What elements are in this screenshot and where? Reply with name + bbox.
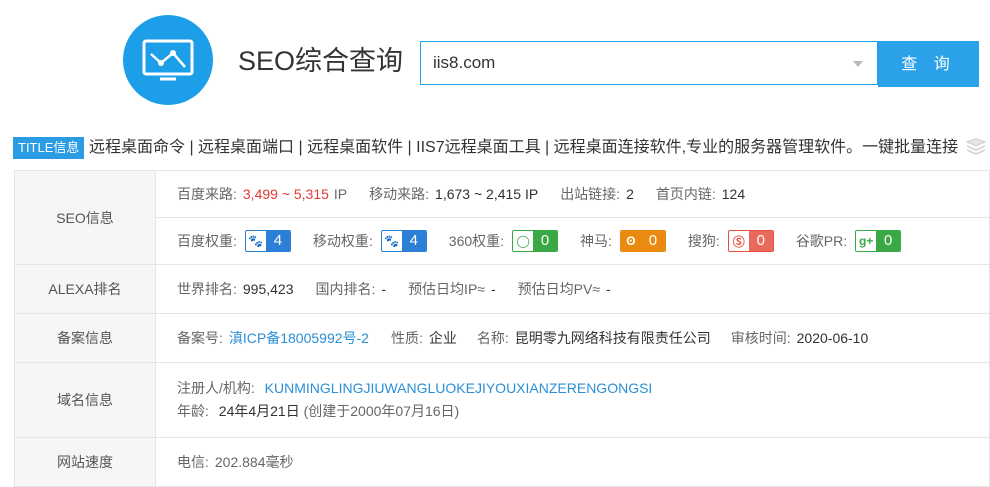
world-rank: 世界排名: 995,423	[177, 281, 294, 297]
baidu-traffic: 百度来路: 3,499 ~ 5,315 IP	[177, 186, 348, 202]
domestic-rank-value: -	[381, 281, 387, 297]
registrant-link[interactable]: KUNMINGLINGJIUWANGLUOKEJIYOUXIANZERENGON…	[265, 380, 653, 396]
google-plus-icon: g+	[858, 234, 874, 248]
est-ip-value: -	[490, 281, 496, 297]
beian-label: 备案信息	[14, 313, 156, 363]
world-rank-value: 995,423	[242, 281, 294, 297]
domestic-rank: 国内排名: -	[315, 281, 387, 297]
seo-row: SEO信息 百度来路: 3,499 ~ 5,315 IP 移动来路: 1,673…	[14, 170, 990, 265]
outlinks: 出站链接: 2	[560, 186, 634, 202]
mobile-traffic-value[interactable]: 1,673 ~ 2,415 IP	[435, 186, 538, 202]
title-info-row: TITLE信息 远程桌面命令 | 远程桌面端口 | 远程桌面软件 | IIS7远…	[13, 137, 990, 159]
domain-age-value: 24年4月21日	[218, 403, 300, 419]
logo	[123, 15, 213, 105]
shenma-weight[interactable]: 神马: ʘ0	[580, 230, 666, 252]
shenma-icon: ʘ	[620, 231, 641, 251]
beian-row: 备案信息 备案号: 滇ICP备18005992号-2 性质: 企业 名称: 昆明…	[14, 313, 990, 363]
360-icon: ◯	[516, 234, 530, 248]
search-input[interactable]	[433, 43, 843, 83]
alexa-row: ALEXA排名 世界排名: 995,423 国内排名: - 预估日均IP≈ - …	[14, 264, 990, 314]
seo-info-table: SEO信息 百度来路: 3,499 ~ 5,315 IP 移动来路: 1,673…	[14, 170, 990, 487]
beian-name: 名称: 昆明零九网络科技有限责任公司	[476, 330, 711, 346]
domain-created: (创建于2000年07月16日)	[303, 403, 460, 419]
beian-number-link[interactable]: 滇ICP备18005992号-2	[229, 328, 369, 348]
domain-age: 年龄: 24年4月21日 (创建于2000年07月16日)	[177, 403, 460, 419]
beian-date: 审核时间: 2020-06-10	[730, 330, 869, 346]
sogou-icon: Ⓢ	[732, 234, 745, 249]
baidu-traffic-value[interactable]: 3,499 ~ 5,315	[243, 186, 329, 202]
title-info-text: 远程桌面命令 | 远程桌面端口 | 远程桌面软件 | IIS7远程桌面工具 | …	[89, 139, 959, 156]
domain-row: 域名信息 注册人/机构: KUNMINGLINGJIUWANGLUOKEJIYO…	[14, 362, 990, 438]
seo-label: SEO信息	[14, 170, 156, 265]
registrant: 注册人/机构: KUNMINGLINGJIUWANGLUOKEJIYOUXIAN…	[177, 380, 653, 396]
google-pr[interactable]: 谷歌PR: g+ 0	[796, 230, 902, 252]
est-pv: 预估日均PV≈ -	[517, 281, 611, 297]
mobile-traffic: 移动来路: 1,673 ~ 2,415 IP	[369, 186, 539, 202]
mobile-weight[interactable]: 移动权重: 🐾 4	[313, 230, 427, 252]
est-ip: 预估日均IP≈ -	[408, 281, 496, 297]
paw-icon: 🐾	[384, 234, 400, 248]
inlinks-value[interactable]: 124	[722, 186, 745, 202]
beian-number: 备案号: 滇ICP备18005992号-2	[177, 328, 369, 348]
speed-label: 网站速度	[14, 437, 156, 487]
sogou-weight[interactable]: 搜狗: Ⓢ 0	[688, 230, 774, 252]
beian-type: 性质: 企业	[390, 330, 457, 346]
est-pv-value: -	[606, 281, 611, 297]
chevron-down-icon[interactable]	[853, 61, 863, 67]
telecom-speed: 202.884毫秒	[214, 454, 294, 470]
outlinks-value[interactable]: 2	[626, 186, 634, 202]
paw-icon: 🐾	[248, 234, 264, 248]
search-button[interactable]: 查 询	[878, 41, 979, 87]
search-box[interactable]	[420, 41, 878, 85]
domain-label: 域名信息	[14, 362, 156, 438]
copy-icon[interactable]	[964, 138, 988, 158]
traffic-line: 百度来路: 3,499 ~ 5,315 IP 移动来路: 1,673 ~ 2,4…	[177, 171, 989, 217]
page-title: SEO综合查询	[238, 46, 404, 76]
chart-line-icon	[142, 39, 194, 81]
speed-row: 网站速度 电信: 202.884毫秒	[14, 437, 990, 487]
alexa-label: ALEXA排名	[14, 264, 156, 314]
weights-line: 百度权重: 🐾 4 移动权重: 🐾 4 360权重: ◯ 0 神马: ʘ0 搜狗:	[156, 217, 989, 264]
360-weight[interactable]: 360权重: ◯ 0	[449, 230, 559, 252]
title-info-badge: TITLE信息	[13, 137, 85, 159]
baidu-weight[interactable]: 百度权重: 🐾 4	[177, 230, 291, 252]
inlinks: 首页内链: 124	[655, 186, 746, 202]
